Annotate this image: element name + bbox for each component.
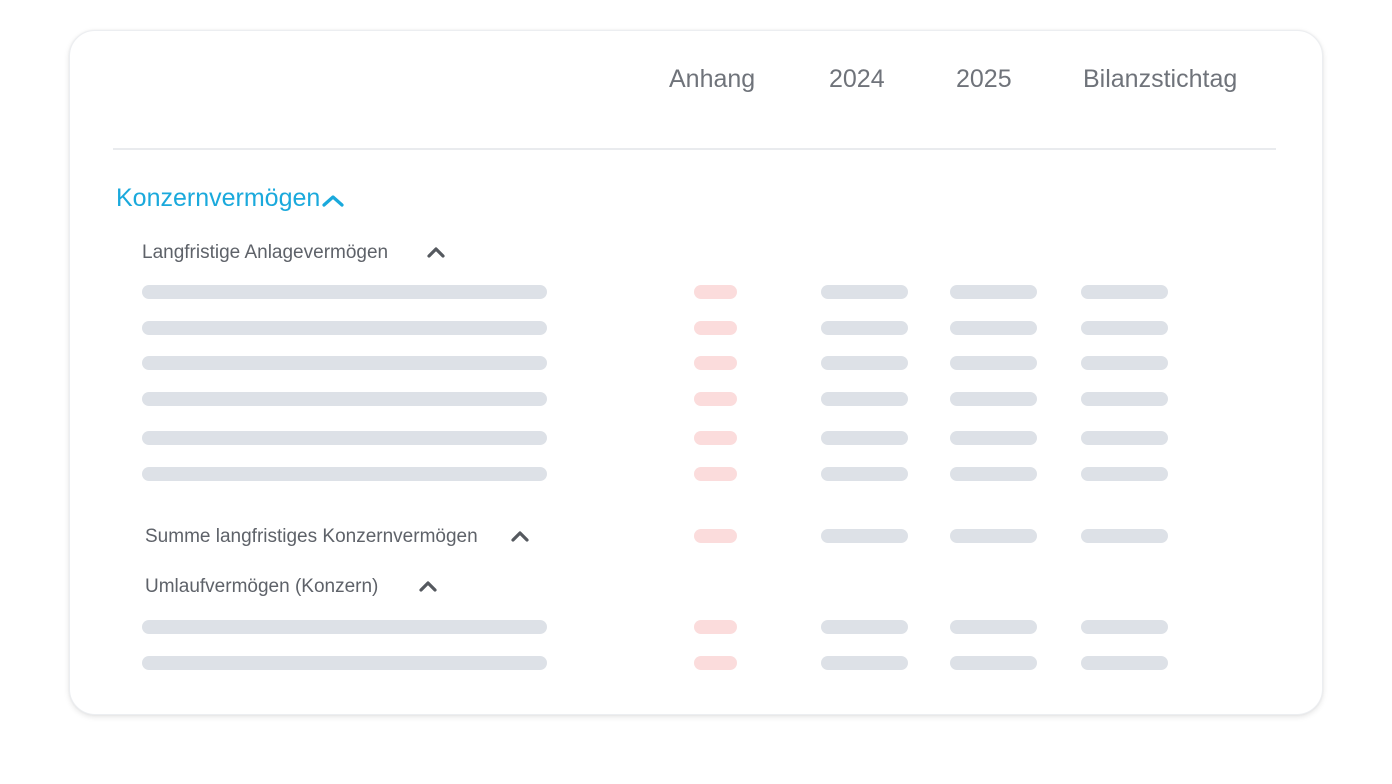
placeholder-2024-bar [821, 321, 908, 335]
placeholder-label-bar [142, 431, 547, 445]
placeholder-anhang-bar [694, 431, 737, 445]
placeholder-bilanzstichtag-bar [1081, 356, 1168, 370]
column-header-2025[interactable]: 2025 [956, 64, 1012, 94]
section-konzernvermoegen-toggle[interactable]: Konzernvermögen [116, 182, 344, 214]
placeholder-2025-bar [950, 285, 1037, 299]
placeholder-label-bar [142, 356, 547, 370]
section-title: Konzernvermögen [116, 184, 321, 212]
placeholder-label-bar [142, 467, 547, 481]
placeholder-2024-bar [821, 467, 908, 481]
placeholder-2024-bar [821, 620, 908, 634]
placeholder-2025-bar [950, 656, 1037, 670]
placeholder-2024-bar [821, 285, 908, 299]
placeholder-label-bar [142, 321, 547, 335]
placeholder-anhang-bar [694, 467, 737, 481]
placeholder-bilanzstichtag-bar [1081, 467, 1168, 481]
placeholder-bilanzstichtag-bar [1081, 392, 1168, 406]
placeholder-2024-bar [821, 356, 908, 370]
placeholder-anhang-bar [694, 356, 737, 370]
placeholder-anhang-bar [694, 321, 737, 335]
column-header-bilanzstichtag[interactable]: Bilanzstichtag [1083, 64, 1237, 94]
placeholder-bilanzstichtag-bar [1081, 529, 1168, 543]
placeholder-anhang-bar [694, 656, 737, 670]
placeholder-2025-bar [950, 467, 1037, 481]
chevron-up-icon [322, 195, 344, 207]
placeholder-2025-bar [950, 392, 1037, 406]
chevron-up-icon[interactable] [510, 529, 530, 543]
placeholder-anhang-bar [694, 392, 737, 406]
placeholder-anhang-bar [694, 285, 737, 299]
placeholder-anhang-bar [694, 529, 737, 543]
group-label-summe-langfristiges-konzernvermoegen: Summe langfristiges Konzernvermögen [145, 526, 478, 547]
placeholder-bilanzstichtag-bar [1081, 285, 1168, 299]
placeholder-2025-bar [950, 356, 1037, 370]
chevron-up-icon[interactable] [418, 579, 438, 593]
balance-sheet-card [69, 30, 1323, 715]
header-divider [113, 148, 1276, 150]
placeholder-anhang-bar [694, 620, 737, 634]
group-label-langfristige-anlagevermoegen: Langfristige Anlagevermögen [142, 242, 389, 263]
placeholder-2024-bar [821, 529, 908, 543]
placeholder-2025-bar [950, 529, 1037, 543]
placeholder-2024-bar [821, 431, 908, 445]
placeholder-2024-bar [821, 656, 908, 670]
placeholder-label-bar [142, 285, 547, 299]
placeholder-bilanzstichtag-bar [1081, 431, 1168, 445]
placeholder-bilanzstichtag-bar [1081, 321, 1168, 335]
placeholder-label-bar [142, 620, 547, 634]
placeholder-label-bar [142, 392, 547, 406]
placeholder-2024-bar [821, 392, 908, 406]
group-label-umlaufvermoegen-konzern: Umlaufvermögen (Konzern) [145, 576, 379, 597]
placeholder-2025-bar [950, 431, 1037, 445]
placeholder-2025-bar [950, 321, 1037, 335]
chevron-up-icon[interactable] [426, 245, 446, 259]
placeholder-label-bar [142, 656, 547, 670]
column-header-anhang[interactable]: Anhang [669, 64, 755, 94]
placeholder-bilanzstichtag-bar [1081, 656, 1168, 670]
placeholder-bilanzstichtag-bar [1081, 620, 1168, 634]
column-header-2024[interactable]: 2024 [829, 64, 885, 94]
placeholder-2025-bar [950, 620, 1037, 634]
